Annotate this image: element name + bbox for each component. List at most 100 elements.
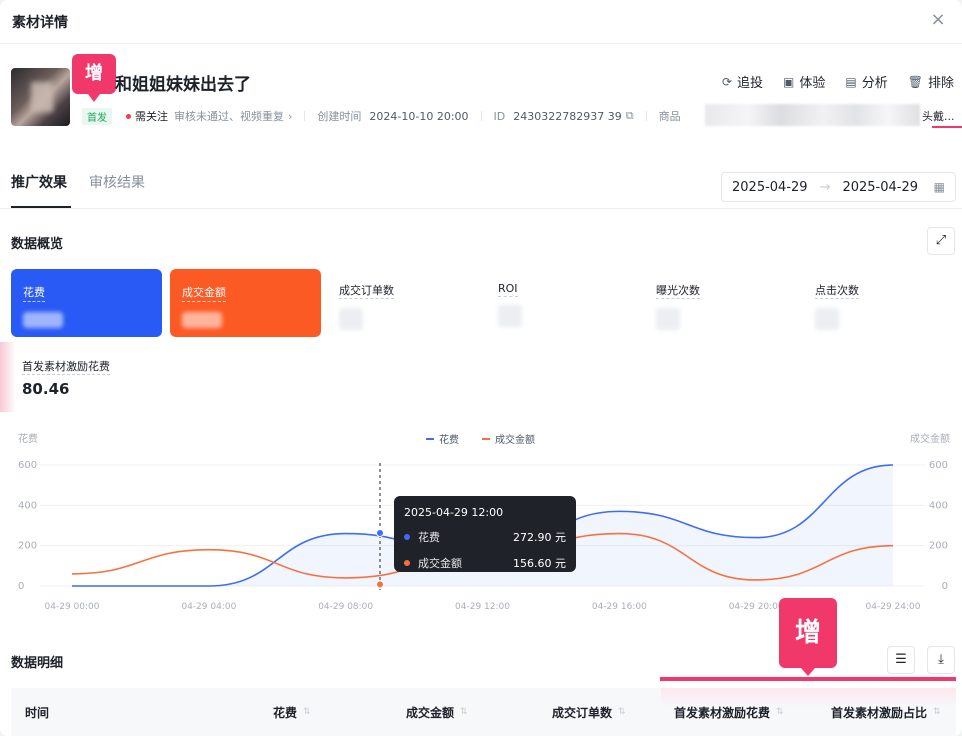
masked-value <box>23 312 63 328</box>
mosaic-face <box>31 82 53 112</box>
trash-icon: 🗑 <box>907 74 923 89</box>
metric-label-orders: 成交订单数 <box>339 284 394 299</box>
experience-label: 体验 <box>799 76 826 91</box>
first-launch-badge: 首发 <box>82 107 112 125</box>
x-tick-label: 04-29 04:00 <box>181 602 236 612</box>
zeng-badge-small: 增 <box>72 54 116 102</box>
date-end[interactable]: 2025-04-29 <box>842 180 918 195</box>
status-dot <box>126 113 131 119</box>
metric-roi[interactable]: ROI <box>498 282 522 327</box>
status-text: 需关注 <box>135 110 168 123</box>
product-tail[interactable]: 头戴... <box>922 108 955 124</box>
legend-label: 花费 <box>439 433 459 446</box>
id-value: 2430322782937 39 <box>513 109 622 123</box>
tabs: 推广效果 审核结果 <box>11 172 145 204</box>
x-tick-label: 04-29 12:00 <box>455 602 510 612</box>
chart-tooltip: 2025-04-29 12:00 花费 272.90 元 成交金额 156.60… <box>394 496 576 572</box>
x-tick-label: 04-29 16:00 <box>592 602 647 612</box>
tab-indicator <box>11 206 71 208</box>
date-start[interactable]: 2025-04-29 <box>732 180 808 195</box>
id-label: ID <box>493 109 506 123</box>
table-header: 时间 花费 ⇅ 成交金额 ⇅ 成交订单数 ⇅ 首发素材激励花费 ⇅ 首发素材激励占比 ⇅ <box>11 688 956 736</box>
sort-icon[interactable]: ⇅ <box>618 707 626 717</box>
metric-label-gmv: 成交金额 <box>182 284 226 302</box>
y-tick-right: 200 <box>929 541 948 552</box>
y-tick-right: 400 <box>929 500 948 511</box>
material-title: 和姐姐妹妹出去了 <box>115 75 251 95</box>
sort-icon[interactable]: ⇅ <box>303 707 311 717</box>
tab-promotion[interactable]: 推广效果 <box>11 172 67 204</box>
copy-icon[interactable]: ⧉ <box>626 109 634 123</box>
date-range-picker[interactable]: 2025-04-29 → 2025-04-29 ▦ <box>721 172 956 202</box>
download-icon[interactable]: ⤓ <box>927 646 955 674</box>
chevron-right-icon[interactable]: › <box>288 110 292 123</box>
material-summary: 增 和姐姐妹妹出去了 ⟳ 追投 ▣ 体验 ▤ 分析 🗑 排除 首发 需关注 审核未通过、… <box>0 48 962 148</box>
y-tick-right: 0 <box>942 581 948 592</box>
highlight-line <box>932 126 962 128</box>
modal-title: 素材详情 <box>12 14 68 31</box>
marker-gmv <box>376 580 384 589</box>
exclude-button[interactable]: 🗑 排除 <box>907 72 954 92</box>
col-time[interactable]: 时间 <box>25 704 49 721</box>
material-detail-modal: 素材详情 × 增 和姐姐妹妹出去了 ⟳ 追投 ▣ 体验 ▤ 分析 🗑 排除 首发 需关注… <box>0 0 962 736</box>
metric-impressions[interactable]: 曝光次数 <box>656 282 700 330</box>
col-orders[interactable]: 成交订单数 ⇅ <box>552 704 626 721</box>
masked-value <box>498 305 522 327</box>
y-tick-left: 400 <box>18 500 37 511</box>
x-tick-label: 04-29 20:00 <box>729 602 784 612</box>
metric-clicks[interactable]: 点击次数 <box>815 282 859 330</box>
created-value: 2024-10-10 20:00 <box>369 109 469 123</box>
masked-value <box>656 308 680 330</box>
y-axis-title-right: 成交金额 <box>910 432 950 445</box>
y-tick-right: 600 <box>929 460 948 471</box>
first-launch-incentive-label: 首发素材激励花费 <box>22 360 110 375</box>
tooltip-row-cost: 花费 272.90 元 <box>404 529 566 545</box>
analysis-icon: ▤ <box>845 74 857 89</box>
col-gmv[interactable]: 成交金额 ⇅ <box>406 704 468 721</box>
settings-icon[interactable]: ☰ <box>887 646 915 674</box>
calendar-icon: ▦ <box>933 180 945 194</box>
y-axis-title-left: 花费 <box>18 432 38 445</box>
analysis-button[interactable]: ▤ 分析 <box>845 72 888 92</box>
sort-icon[interactable]: ⇅ <box>933 707 941 717</box>
product-mosaic <box>705 104 920 126</box>
material-meta: 首发 需关注 审核未通过、视频重复 › 创建时间 2024-10-10 20:0… <box>82 107 681 125</box>
exclude-label: 排除 <box>927 76 954 91</box>
x-tick-label: 04-29 08:00 <box>318 602 373 612</box>
y-tick-left: 0 <box>18 581 24 592</box>
tab-review[interactable]: 审核结果 <box>89 172 145 204</box>
col-incentive-ratio[interactable]: 首发素材激励占比 ⇅ <box>831 704 941 721</box>
col-cost[interactable]: 花费 ⇅ <box>273 704 311 721</box>
retarget-label: 追投 <box>737 76 764 91</box>
metric-label-impressions: 曝光次数 <box>656 284 700 299</box>
arrow-right-icon: → <box>819 179 831 195</box>
marker-cost <box>376 528 384 537</box>
masked-value <box>182 312 222 328</box>
x-tick-label: 04-29 00:00 <box>45 602 100 612</box>
material-thumbnail[interactable] <box>11 68 70 126</box>
tooltip-time: 2025-04-29 12:00 <box>404 506 504 519</box>
modal-header: 素材详情 <box>0 0 962 44</box>
metric-card-gmv[interactable]: 成交金额 <box>170 269 321 337</box>
experience-button[interactable]: ▣ 体验 <box>783 72 826 92</box>
retarget-button[interactable]: ⟳ 追投 <box>722 72 764 92</box>
expand-icon[interactable]: ⤢ <box>927 227 955 255</box>
metric-card-cost[interactable]: 花费 <box>11 269 162 337</box>
y-tick-left: 200 <box>18 541 37 552</box>
sort-icon[interactable]: ⇅ <box>460 707 468 717</box>
zeng-badge-large: 增 <box>779 598 837 676</box>
close-icon[interactable]: × <box>928 10 948 30</box>
metric-label-cost: 花费 <box>23 284 45 302</box>
x-tick-label: 04-29 24:00 <box>866 602 921 612</box>
col-incentive-cost[interactable]: 首发素材激励花费 ⇅ <box>674 704 784 721</box>
masked-value <box>815 308 839 330</box>
legend-label: 成交金额 <box>495 433 535 446</box>
metric-orders[interactable]: 成交订单数 <box>339 282 394 330</box>
product-label: 商品 <box>658 110 681 123</box>
y-tick-left: 600 <box>18 460 37 471</box>
first-launch-incentive-value: 80.46 <box>22 380 70 398</box>
sort-icon[interactable]: ⇅ <box>776 707 784 717</box>
status-reason[interactable]: 审核未通过、视频重复 <box>174 108 284 124</box>
analysis-label: 分析 <box>861 76 888 91</box>
phone-icon: ▣ <box>783 74 795 89</box>
